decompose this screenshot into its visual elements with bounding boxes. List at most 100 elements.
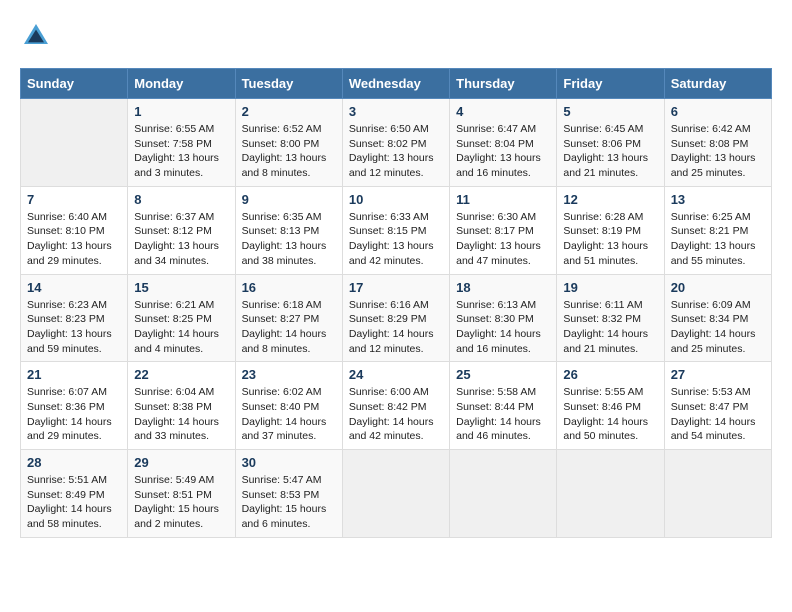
cell-info: Sunrise: 6:28 AMSunset: 8:19 PMDaylight:… [563,210,657,269]
calendar-cell: 19 Sunrise: 6:11 AMSunset: 8:32 PMDayligh… [557,274,664,362]
calendar-cell [557,450,664,538]
week-row-5: 28 Sunrise: 5:51 AMSunset: 8:49 PMDayligh… [21,450,772,538]
cell-info: Sunrise: 6:33 AMSunset: 8:15 PMDaylight:… [349,210,443,269]
cell-info: Sunrise: 6:52 AMSunset: 8:00 PMDaylight:… [242,122,336,181]
calendar-cell: 2 Sunrise: 6:52 AMSunset: 8:00 PMDaylight… [235,99,342,187]
day-number: 5 [563,104,657,119]
calendar-cell: 25 Sunrise: 5:58 AMSunset: 8:44 PMDayligh… [450,362,557,450]
cell-info: Sunrise: 6:21 AMSunset: 8:25 PMDaylight:… [134,298,228,357]
calendar-cell: 18 Sunrise: 6:13 AMSunset: 8:30 PMDayligh… [450,274,557,362]
calendar-cell: 10 Sunrise: 6:33 AMSunset: 8:15 PMDayligh… [342,186,449,274]
day-number: 13 [671,192,765,207]
cell-info: Sunrise: 5:49 AMSunset: 8:51 PMDaylight:… [134,473,228,532]
calendar-cell: 4Sunrise: 6:47 AMSunset: 8:04 PMDaylight… [450,99,557,187]
cell-info: Sunrise: 6:45 AMSunset: 8:06 PMDaylight:… [563,122,657,181]
calendar-cell: 24 Sunrise: 6:00 AMSunset: 8:42 PMDayligh… [342,362,449,450]
day-number: 10 [349,192,443,207]
week-row-4: 21Sunrise: 6:07 AMSunset: 8:36 PMDayligh… [21,362,772,450]
cell-info: Sunrise: 6:25 AMSunset: 8:21 PMDaylight:… [671,210,765,269]
day-number: 9 [242,192,336,207]
calendar-cell: 11Sunrise: 6:30 AMSunset: 8:17 PMDayligh… [450,186,557,274]
cell-info: Sunrise: 6:13 AMSunset: 8:30 PMDaylight:… [456,298,550,357]
day-number: 21 [27,367,121,382]
calendar-cell: 30 Sunrise: 5:47 AMSunset: 8:53 PMDayligh… [235,450,342,538]
day-number: 12 [563,192,657,207]
col-header-friday: Friday [557,69,664,99]
day-number: 2 [242,104,336,119]
logo [20,20,56,52]
cell-info: Sunrise: 5:51 AMSunset: 8:49 PMDaylight:… [27,473,121,532]
page-header [20,20,772,52]
day-number: 30 [242,455,336,470]
col-header-saturday: Saturday [664,69,771,99]
cell-info: Sunrise: 6:16 AMSunset: 8:29 PMDaylight:… [349,298,443,357]
day-number: 7 [27,192,121,207]
calendar-cell: 22 Sunrise: 6:04 AMSunset: 8:38 PMDayligh… [128,362,235,450]
cell-info: Sunrise: 6:09 AMSunset: 8:34 PMDaylight:… [671,298,765,357]
cell-info: Sunrise: 6:50 AMSunset: 8:02 PMDaylight:… [349,122,443,181]
cell-info: Sunrise: 5:53 AMSunset: 8:47 PMDaylight:… [671,385,765,444]
day-number: 26 [563,367,657,382]
calendar-cell: 16 Sunrise: 6:18 AMSunset: 8:27 PMDayligh… [235,274,342,362]
cell-info: Sunrise: 6:11 AMSunset: 8:32 PMDaylight:… [563,298,657,357]
calendar-cell [342,450,449,538]
cell-info: Sunrise: 5:55 AMSunset: 8:46 PMDaylight:… [563,385,657,444]
day-number: 27 [671,367,765,382]
cell-info: Sunrise: 6:00 AMSunset: 8:42 PMDaylight:… [349,385,443,444]
calendar-cell: 12 Sunrise: 6:28 AMSunset: 8:19 PMDayligh… [557,186,664,274]
calendar-cell: 26 Sunrise: 5:55 AMSunset: 8:46 PMDayligh… [557,362,664,450]
calendar-cell: 28 Sunrise: 5:51 AMSunset: 8:49 PMDayligh… [21,450,128,538]
day-number: 4 [456,104,550,119]
day-number: 8 [134,192,228,207]
cell-info: Sunrise: 6:23 AMSunset: 8:23 PMDaylight:… [27,298,121,357]
day-number: 20 [671,280,765,295]
calendar-cell: 9 Sunrise: 6:35 AMSunset: 8:13 PMDaylight… [235,186,342,274]
calendar-cell: 5 Sunrise: 6:45 AMSunset: 8:06 PMDaylight… [557,99,664,187]
header-row: SundayMondayTuesdayWednesdayThursdayFrid… [21,69,772,99]
calendar-cell [664,450,771,538]
col-header-tuesday: Tuesday [235,69,342,99]
day-number: 18 [456,280,550,295]
day-number: 19 [563,280,657,295]
calendar-cell: 17Sunrise: 6:16 AMSunset: 8:29 PMDayligh… [342,274,449,362]
calendar-cell: 21Sunrise: 6:07 AMSunset: 8:36 PMDayligh… [21,362,128,450]
day-number: 15 [134,280,228,295]
day-number: 25 [456,367,550,382]
calendar-cell: 1 Sunrise: 6:55 AMSunset: 7:58 PMDaylight… [128,99,235,187]
day-number: 22 [134,367,228,382]
day-number: 16 [242,280,336,295]
cell-info: Sunrise: 6:40 AMSunset: 8:10 PMDaylight:… [27,210,121,269]
day-number: 1 [134,104,228,119]
day-number: 23 [242,367,336,382]
week-row-1: 1 Sunrise: 6:55 AMSunset: 7:58 PMDaylight… [21,99,772,187]
week-row-2: 7 Sunrise: 6:40 AMSunset: 8:10 PMDaylight… [21,186,772,274]
day-number: 28 [27,455,121,470]
cell-info: Sunrise: 6:18 AMSunset: 8:27 PMDaylight:… [242,298,336,357]
calendar-cell: 20 Sunrise: 6:09 AMSunset: 8:34 PMDayligh… [664,274,771,362]
calendar-table: SundayMondayTuesdayWednesdayThursdayFrid… [20,68,772,538]
calendar-cell: 15 Sunrise: 6:21 AMSunset: 8:25 PMDayligh… [128,274,235,362]
cell-info: Sunrise: 5:47 AMSunset: 8:53 PMDaylight:… [242,473,336,532]
calendar-cell [450,450,557,538]
calendar-cell [21,99,128,187]
cell-info: Sunrise: 6:04 AMSunset: 8:38 PMDaylight:… [134,385,228,444]
cell-info: Sunrise: 5:58 AMSunset: 8:44 PMDaylight:… [456,385,550,444]
day-number: 11 [456,192,550,207]
day-number: 14 [27,280,121,295]
calendar-cell: 6 Sunrise: 6:42 AMSunset: 8:08 PMDaylight… [664,99,771,187]
calendar-cell: 27 Sunrise: 5:53 AMSunset: 8:47 PMDayligh… [664,362,771,450]
col-header-thursday: Thursday [450,69,557,99]
cell-info: Sunrise: 6:02 AMSunset: 8:40 PMDaylight:… [242,385,336,444]
day-number: 6 [671,104,765,119]
day-number: 24 [349,367,443,382]
calendar-cell: 7 Sunrise: 6:40 AMSunset: 8:10 PMDaylight… [21,186,128,274]
cell-info: Sunrise: 6:55 AMSunset: 7:58 PMDaylight:… [134,122,228,181]
calendar-cell: 29 Sunrise: 5:49 AMSunset: 8:51 PMDayligh… [128,450,235,538]
cell-info: Sunrise: 6:42 AMSunset: 8:08 PMDaylight:… [671,122,765,181]
col-header-wednesday: Wednesday [342,69,449,99]
calendar-cell: 13 Sunrise: 6:25 AMSunset: 8:21 PMDayligh… [664,186,771,274]
col-header-sunday: Sunday [21,69,128,99]
col-header-monday: Monday [128,69,235,99]
day-number: 29 [134,455,228,470]
cell-info: Sunrise: 6:35 AMSunset: 8:13 PMDaylight:… [242,210,336,269]
